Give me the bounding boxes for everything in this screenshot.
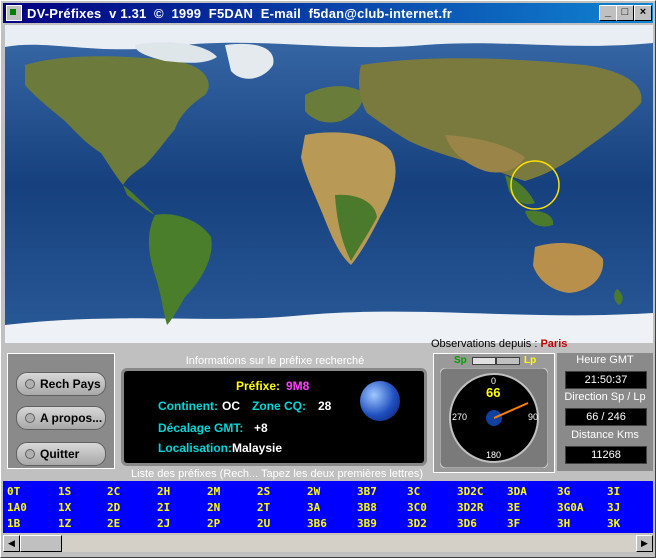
prefix-list-item[interactable]: 2W [307,485,320,498]
compass-west: 270 [452,412,468,422]
prefix-list-item[interactable]: 2U [257,517,270,530]
prefix-list-item[interactable]: 1Z [58,517,71,530]
prefix-list-item[interactable]: 3D2 [407,517,427,530]
about-label: A propos... [40,411,103,425]
prefix-list-item[interactable]: 3D2C [457,485,484,498]
quit-button[interactable]: Quitter [16,442,106,466]
prefix-label: Préfixe: [236,379,281,393]
cq-zone-label: Zone CQ: [252,399,306,413]
long-path-label: Lp [524,355,537,366]
direction-value: 66 / 246 [565,408,647,426]
compass-south: 180 [486,450,502,460]
quit-label: Quitter [40,447,80,461]
prefix-list-item[interactable]: 2N [207,501,220,514]
sp-toggle[interactable] [472,357,496,365]
window-title: DV-Préfixes v 1.31 © 1999 F5DAN E-mail f… [27,5,453,21]
prefix-list-item[interactable]: 3B9 [357,517,377,530]
continent-label: Continent: [158,399,218,413]
observation-city: Paris [540,338,568,350]
search-country-label: Rech Pays [40,377,101,391]
prefix-list-item[interactable]: 3C [407,485,420,498]
continent-value: OC [222,399,240,413]
compass-east: 90 [528,412,539,422]
cq-zone-value: 28 [318,399,332,413]
title-bar[interactable]: DV-Préfixes v 1.31 © 1999 F5DAN E-mail f… [3,3,653,23]
gmt-offset-label: Décalage GMT: [158,421,244,435]
prefix-info-box: Préfixe: 9M8 Continent: OC Zone CQ: 28 D… [121,368,427,466]
location-value: Malaysie [232,441,283,455]
right-info-panel: Heure GMT 21:50:37 Direction Sp / Lp 66 … [557,353,653,471]
gmt-time-value: 21:50:37 [565,371,647,389]
led-icon [25,413,35,423]
prefix-list-item[interactable]: 3B6 [307,517,327,530]
observation-text: Observations depuis : [431,338,541,350]
prefix-list-item[interactable]: 2C [107,485,120,498]
prefix-list-item[interactable]: 2P [207,517,220,530]
led-icon [25,379,35,389]
prefix-list-caption: Liste des préfixes (Rech... Tapez les de… [131,468,424,480]
prefix-list-item[interactable]: 2E [107,517,120,530]
prefix-list-item[interactable]: 3D6 [457,517,477,530]
prefix-list-item[interactable]: 3D2R [457,501,484,514]
prefix-list-item[interactable]: 0T [7,485,20,498]
prefix-list-item[interactable]: 3F [507,517,520,530]
maximize-button[interactable]: □ [616,5,634,21]
prefix-list-item[interactable]: 2T [257,501,270,514]
location-label: Localisation: [158,441,233,455]
lp-toggle[interactable] [496,357,520,365]
scroll-thumb[interactable] [20,535,62,552]
observation-label: Observations depuis : Paris [431,338,567,350]
info-caption: Informations sur le préfixe recherché [185,355,365,367]
gmt-time-label: Heure GMT [576,354,634,366]
prefix-list-item[interactable]: 2S [257,485,270,498]
prefix-list-item[interactable]: 3K [607,517,620,530]
direction-label: Direction Sp / Lp [564,391,646,403]
short-path-label: Sp [454,355,467,366]
prefix-list-item[interactable]: 2I [157,501,170,514]
prefix-list-item[interactable]: 1S [58,485,71,498]
prefix-list-item[interactable]: 3A [307,501,320,514]
distance-label: Distance Kms [571,429,639,441]
app-icon[interactable] [6,5,22,21]
prefix-list-item[interactable]: 3E [507,501,520,514]
prefix-list-item[interactable]: 3H [557,517,570,530]
compass-heading: 66 [486,385,501,400]
prefix-list-item[interactable]: 1X [58,501,71,514]
search-country-button[interactable]: Rech Pays [16,372,106,396]
prefix-list[interactable]: 0T 1S 2C 2H 2M 2S 2W 3B7 3C 3D2C 3DA 3G 3I 1A0 1X 2D 2I 2… [3,481,653,533]
distance-value: 11268 [565,446,647,464]
world-map[interactable] [5,25,653,343]
globe-icon [360,381,400,421]
prefix-list-item[interactable]: 2D [107,501,120,514]
scroll-right-icon[interactable]: ▶ [636,535,653,552]
prefix-list-item[interactable]: 3G0A [557,501,584,514]
about-button[interactable]: A propos... [16,406,106,430]
compass-panel: Sp Lp 0 66 90 180 270 [433,353,555,473]
prefix-list-item[interactable]: 1A0 [7,501,27,514]
prefix-list-item[interactable]: 3B8 [357,501,377,514]
minimize-button[interactable]: _ [599,5,617,21]
prefix-list-item[interactable]: 2J [157,517,170,530]
prefix-list-item[interactable]: 3B7 [357,485,377,498]
main-window: DV-Préfixes v 1.31 © 1999 F5DAN E-mail f… [0,0,656,558]
prefix-list-item[interactable]: 3DA [507,485,527,498]
led-icon [25,449,35,459]
prefix-list-item[interactable]: 2M [207,485,220,498]
prefix-list-item[interactable]: 2H [157,485,170,498]
prefix-list-item[interactable]: 1B [7,517,20,530]
button-panel: Rech Pays A propos... Quitter [7,353,115,469]
horizontal-scrollbar[interactable]: ◀ ▶ [3,535,653,552]
close-button[interactable]: × [634,5,652,21]
prefix-list-item[interactable]: 3I [607,485,620,498]
prefix-list-item[interactable]: 3J [607,501,620,514]
gmt-offset-value: +8 [254,421,268,435]
prefix-value: 9M8 [286,379,310,393]
prefix-list-item[interactable]: 3C0 [407,501,427,514]
prefix-list-item[interactable]: 3G [557,485,570,498]
scroll-left-icon[interactable]: ◀ [3,535,20,552]
